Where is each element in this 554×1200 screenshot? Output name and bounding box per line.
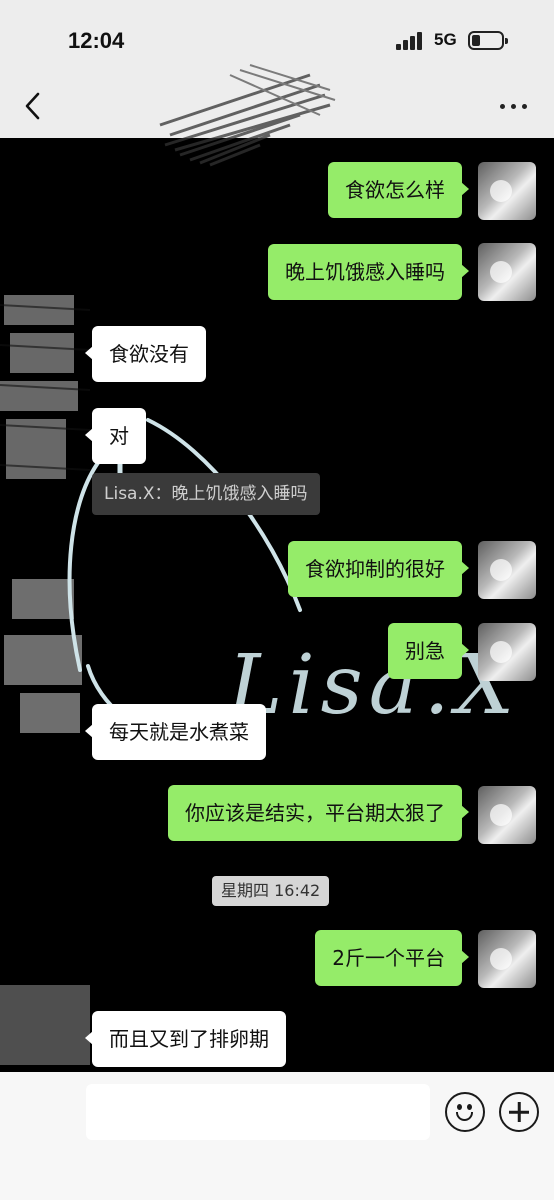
message-out[interactable]: 晚上饥饿感入睡吗: [268, 244, 469, 300]
avatar-redaction-2: [4, 579, 82, 733]
more-dots-icon: [500, 104, 505, 109]
message-input[interactable]: [86, 1084, 430, 1140]
avatar-redaction: [0, 295, 91, 479]
watermark-text: Lisa.X: [228, 638, 521, 733]
avatar[interactable]: [478, 786, 536, 844]
avatar[interactable]: [478, 930, 536, 988]
avatar[interactable]: [478, 162, 536, 220]
message-out[interactable]: 2斤一个平台: [315, 930, 469, 986]
avatar-redaction-3: [0, 985, 90, 1065]
chevron-left-icon: [25, 92, 40, 120]
input-bar: [0, 1072, 554, 1200]
more-button[interactable]: [498, 102, 530, 112]
message-in[interactable]: 食欲没有: [85, 326, 206, 382]
avatar[interactable]: [478, 541, 536, 599]
emoji-smile-icon[interactable]: [445, 1092, 485, 1132]
back-button[interactable]: [18, 88, 48, 124]
message-out[interactable]: 你应该是结实，平台期太狠了: [168, 785, 469, 841]
avatar[interactable]: [478, 243, 536, 301]
battery-icon: [468, 31, 508, 50]
message-in[interactable]: 而且又到了排卵期: [85, 1011, 286, 1067]
status-time: 12:04: [68, 28, 125, 53]
message-out[interactable]: 食欲怎么样: [328, 162, 469, 218]
network-type: 5G: [434, 30, 457, 49]
avatar[interactable]: [478, 623, 536, 681]
scribble-redaction: [159, 64, 336, 167]
top-bar: 12:04 5G: [0, 0, 554, 167]
message-out[interactable]: 别急: [388, 623, 469, 679]
message-in[interactable]: 对: [85, 408, 146, 464]
plus-circle-icon[interactable]: [499, 1092, 539, 1132]
timestamp: 星期四 16:42: [212, 876, 330, 906]
message-in[interactable]: 每天就是水煮菜: [85, 704, 266, 760]
signal-icon: [396, 32, 424, 50]
message-out[interactable]: 食欲抑制的很好: [288, 541, 469, 597]
quoted-message[interactable]: Lisa.X：晚上饥饿感入睡吗: [92, 473, 320, 515]
